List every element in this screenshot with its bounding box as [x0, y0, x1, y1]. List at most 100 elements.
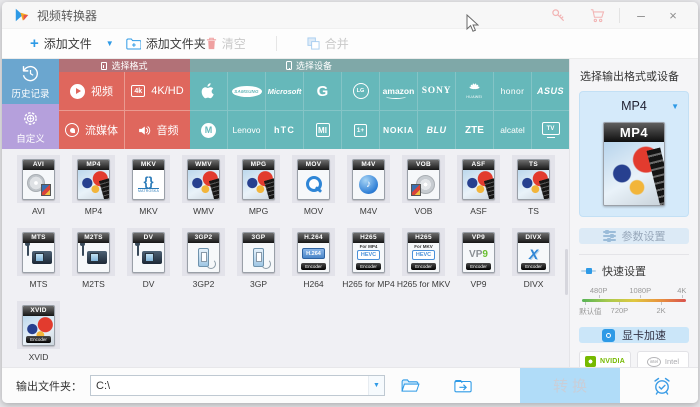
parameter-settings-button[interactable]: 参数设置	[579, 228, 689, 244]
format-item-label: VP9	[470, 279, 487, 289]
format-item-h265-for-mkv[interactable]: H265 For MKV HEVC Encoder H265 for MKV	[397, 228, 450, 289]
device-tile-samsung[interactable]: SAMSUNG	[228, 72, 265, 110]
app-title: 视频转换器	[37, 8, 98, 23]
merge-button[interactable]: 合并	[307, 35, 349, 52]
format-item-label: M4V	[359, 206, 378, 216]
format-item-vob[interactable]: VOB VOB	[402, 155, 445, 216]
format-tile-audio[interactable]: 音频	[125, 111, 190, 149]
device-tile-nokia[interactable]: NOKIA	[380, 111, 417, 149]
intel-logo-icon: intel	[646, 356, 661, 367]
stream-icon	[65, 123, 79, 137]
format-item-h264[interactable]: H.264 H.264 Encoder H264	[292, 228, 335, 289]
device-tile-microsoft[interactable]: Microsoft	[266, 72, 303, 110]
device-tile-lenovo[interactable]: Lenovo	[228, 111, 265, 149]
minimize-button[interactable]: –	[628, 5, 654, 25]
sliders-icon	[602, 230, 616, 242]
selected-format-thumbnail: MP4	[603, 122, 665, 206]
format-item-m4v[interactable]: M4V ♪ M4V	[347, 155, 390, 216]
parameter-settings-label: 参数设置	[621, 231, 666, 243]
sidebar-item-custom[interactable]: 自定义	[2, 104, 59, 149]
format-item-mts[interactable]: MTS MTS	[17, 228, 60, 289]
device-tile-huawei[interactable]: HUAWEI	[456, 72, 493, 110]
device-tile-sony[interactable]: SONY	[418, 72, 455, 110]
toolbar-separator	[275, 36, 277, 51]
device-section-title: 选择设备	[296, 61, 333, 71]
output-format-card[interactable]: MP4 ▼ MP4	[579, 91, 689, 217]
format-item-label: M2TS	[82, 279, 105, 289]
add-folder-button[interactable]: 添加文件夹	[126, 35, 206, 52]
device-tile-asus[interactable]: ASUS	[532, 72, 569, 110]
output-path-combobox[interactable]: ▼	[90, 375, 385, 396]
format-item-mp4[interactable]: MP4 MP4	[72, 155, 115, 216]
format-item-ts[interactable]: TS TS	[512, 155, 555, 216]
combo-caret-icon[interactable]: ▼	[368, 376, 384, 395]
trash-icon	[206, 37, 217, 50]
device-tile-honor[interactable]: honor	[494, 72, 531, 110]
device-tile-zte[interactable]: ZTE	[456, 111, 493, 149]
device-tile-apple[interactable]	[190, 72, 227, 110]
format-section-header: 选择格式	[59, 59, 190, 72]
add-file-dropdown-caret-icon[interactable]: ▼	[106, 39, 114, 48]
format-section: 选择格式 视频 4k 4K/HD 流媒体 音频	[59, 59, 190, 149]
format-item-mkv[interactable]: MKV{} matroska MKV	[127, 155, 170, 216]
format-item-label: MTS	[29, 279, 48, 289]
quality-slider[interactable]: 480P 1080P 4K 默认值 720P 2K	[579, 286, 686, 316]
format-item-3gp2[interactable]: 3GP2 3GP2	[182, 228, 225, 289]
gear-icon	[20, 108, 41, 129]
apple-logo-icon	[201, 83, 214, 99]
close-button[interactable]: ×	[660, 5, 686, 25]
device-tile-mi[interactable]: MI	[304, 111, 341, 149]
device-tile-amazon[interactable]: amazon	[380, 72, 417, 110]
device-tile-oneplus[interactable]: 1+	[342, 111, 379, 149]
device-tile-google[interactable]: G	[304, 72, 341, 110]
output-folder-label: 输出文件夹：	[16, 380, 82, 393]
device-tile-blu[interactable]: BLU	[418, 111, 455, 149]
gpu-acceleration-button[interactable]: 显卡加速	[579, 327, 689, 343]
format-thumbnail-label: MP4	[604, 123, 664, 142]
format-thumbnail-art	[604, 142, 664, 205]
format-item-m2ts[interactable]: M2TS M2TS	[72, 228, 115, 289]
format-item-asf[interactable]: ASF ASF	[457, 155, 500, 216]
format-item-mpg[interactable]: MPG MPG	[237, 155, 280, 216]
format-item-dv[interactable]: DV DV	[127, 228, 170, 289]
format-item-avi[interactable]: AVI AVI	[17, 155, 60, 216]
format-item-label: 3GP2	[192, 279, 215, 289]
format-item-label: ASF	[470, 206, 487, 216]
device-tile-alcatel[interactable]: alcatel	[494, 111, 531, 149]
output-path-input[interactable]	[91, 376, 368, 395]
clear-button[interactable]: 清空	[206, 35, 246, 52]
merge-icon	[307, 37, 320, 50]
format-tile-video[interactable]: 视频	[59, 72, 124, 110]
format-item-h265-for-mp4[interactable]: H265 For MP4 HEVC Encoder H265 for MP4	[342, 228, 395, 289]
clear-label: 清空	[221, 37, 246, 51]
play-icon	[70, 83, 85, 99]
sidebar-item-history[interactable]: 历史记录	[2, 59, 59, 104]
format-item-xvid[interactable]: XVID Encoder XVID	[17, 301, 60, 362]
browse-folder-button[interactable]	[401, 378, 420, 393]
format-tile-stream[interactable]: 流媒体	[59, 111, 124, 149]
add-file-button[interactable]: + 添加文件	[30, 35, 92, 52]
cart-icon[interactable]	[585, 5, 611, 25]
format-item-label: MOV	[303, 206, 324, 216]
device-tile-htc[interactable]: hTC	[266, 111, 303, 149]
format-item-wmv[interactable]: WMV WMV	[182, 155, 225, 216]
quick-settings-header: 快速设置	[581, 263, 689, 279]
add-file-label: 添加文件	[43, 37, 92, 51]
register-key-icon[interactable]	[545, 5, 571, 25]
alarm-clock-icon[interactable]	[652, 376, 672, 396]
device-tile-lg[interactable]: LG	[342, 72, 379, 110]
output-format-dropdown[interactable]: MP4 ▼	[586, 99, 682, 113]
app-logo-icon	[14, 8, 30, 22]
bottom-bar: 输出文件夹： ▼ 转换	[2, 367, 698, 403]
format-item-mov[interactable]: MOV MOV	[292, 155, 335, 216]
convert-button[interactable]: 转换	[520, 367, 620, 403]
format-item-vp9[interactable]: VP9 VP9 Encoder VP9	[457, 228, 500, 289]
format-item-3gp[interactable]: 3GP 3GP	[237, 228, 280, 289]
device-tile-motorola[interactable]: M	[190, 111, 227, 149]
open-output-folder-button[interactable]	[454, 379, 472, 393]
add-folder-label: 添加文件夹	[145, 37, 206, 51]
scrollbar-thumb[interactable]	[565, 249, 568, 295]
format-item-divx[interactable]: DIVX X Encoder DIVX	[512, 228, 555, 289]
format-tile-4k-hd[interactable]: 4k 4K/HD	[125, 72, 190, 110]
device-tile-tv[interactable]: TV	[532, 111, 569, 149]
